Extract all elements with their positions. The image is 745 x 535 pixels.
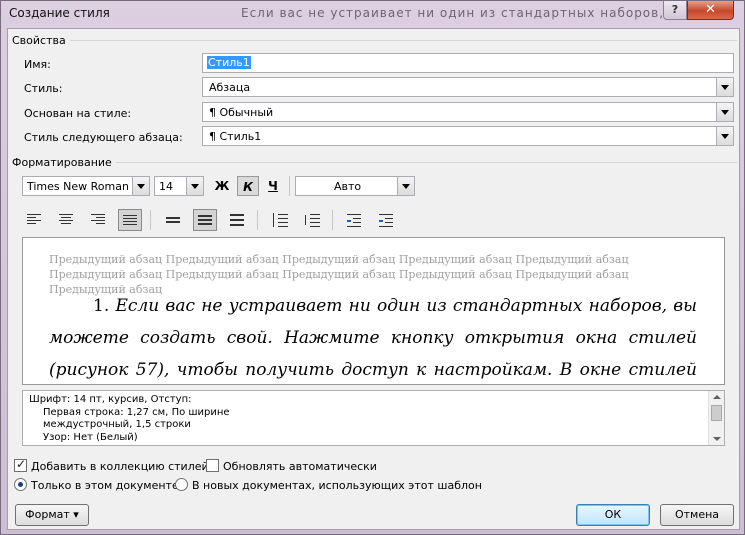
chevron-down-icon[interactable] (716, 103, 733, 121)
chevron-down-icon[interactable] (716, 127, 733, 145)
new-documents-label: В новых документах, использующих этот ша… (192, 479, 482, 492)
cancel-button[interactable]: Отмена (660, 504, 734, 526)
style-description: Шрифт: 14 пт, курсив, Отступ: Первая стр… (22, 390, 725, 446)
align-left-icon[interactable] (22, 209, 46, 231)
dialog-title: Создание стиля (9, 6, 110, 20)
decrease-spacing-before-icon[interactable] (300, 209, 324, 231)
preview-sample-body: Если вас не устраивает ни один из станда… (49, 296, 698, 380)
add-to-gallery-label: Добавить в коллекцию стилей (31, 460, 209, 473)
font-size-select[interactable]: 14 (154, 176, 204, 196)
name-field[interactable]: Стиль1 (202, 53, 734, 73)
description-line: междустрочный, 1,5 строки (43, 419, 191, 430)
chevron-down-icon[interactable] (186, 177, 203, 195)
description-scrollbar[interactable] (708, 391, 724, 445)
format-menu-button[interactable]: Формат ▾ (15, 504, 89, 526)
font-size-value: 14 (159, 180, 173, 193)
style-type-value: Абзаца (209, 81, 251, 94)
radio-selected-icon[interactable] (14, 478, 27, 491)
chevron-down-icon[interactable] (397, 177, 414, 195)
add-to-gallery-checkbox[interactable]: Добавить в коллекцию стилей (14, 457, 209, 473)
scroll-up-icon[interactable] (713, 395, 721, 399)
help-button[interactable]: ? (663, 1, 687, 20)
auto-update-checkbox[interactable]: Обновлять автоматически (206, 459, 377, 473)
bold-button[interactable]: Ж (211, 176, 233, 196)
description-line: Узор: Нет (Белый) (43, 431, 138, 443)
based-on-select[interactable]: ¶ Обычный (202, 102, 734, 122)
underline-button[interactable]: Ч (262, 176, 284, 196)
font-name-value: Times New Roman (27, 180, 129, 193)
scroll-thumb[interactable] (711, 405, 722, 421)
scroll-down-icon[interactable] (713, 437, 721, 441)
italic-button[interactable]: К (237, 176, 259, 196)
description-line: Шрифт: 14 пт, курсив, Отступ: (29, 394, 192, 405)
increase-spacing-before-icon[interactable] (268, 209, 292, 231)
close-button[interactable]: ✕ (687, 1, 734, 20)
based-on-label: Основан на стиле: (24, 107, 132, 120)
align-justify-icon[interactable] (118, 209, 142, 231)
ok-button[interactable]: ОК (576, 504, 650, 526)
font-color-select[interactable]: Авто (295, 176, 415, 196)
create-style-dialog: Создание стиля Если вас не устраивает ни… (0, 0, 745, 535)
next-paragraph-select[interactable]: ¶ Стиль1 (202, 126, 734, 146)
style-preview: Предыдущий абзац Предыдущий абзац Предыд… (22, 237, 725, 385)
one-and-half-spacing-icon[interactable] (193, 209, 217, 231)
only-this-document-label: Только в этом документе (31, 479, 179, 492)
style-type-label: Стиль: (24, 82, 63, 95)
new-documents-radio[interactable]: В новых документах, использующих этот ша… (175, 478, 482, 492)
chevron-down-icon[interactable] (132, 177, 149, 195)
toolbar-separator (289, 176, 290, 196)
align-center-icon[interactable] (54, 209, 78, 231)
only-this-document-radio[interactable]: Только в этом документе (14, 478, 179, 492)
formatting-divider (12, 162, 737, 163)
based-on-value: ¶ Обычный (209, 106, 274, 119)
next-paragraph-label: Стиль следующего абзаца: (24, 131, 183, 144)
chevron-down-icon[interactable] (716, 78, 733, 96)
toolbar-separator (257, 210, 258, 230)
preview-sample-text: 1. Если вас не устраивает ни один из ста… (49, 290, 698, 384)
toolbar-separator (332, 210, 333, 230)
radio-unselected-icon[interactable] (175, 478, 188, 491)
checkbox-unchecked-icon[interactable] (206, 459, 219, 472)
formatting-group-label: Форматирование (12, 156, 116, 169)
checkbox-checked-icon[interactable] (14, 457, 27, 472)
style-type-select[interactable]: Абзаца (202, 77, 734, 97)
align-right-icon[interactable] (86, 209, 110, 231)
toolbar-separator (150, 210, 151, 230)
name-label: Имя: (24, 58, 51, 71)
single-spacing-icon[interactable] (161, 209, 185, 231)
title-bar[interactable]: Создание стиля Если вас не устраивает ни… (1, 1, 744, 27)
double-spacing-icon[interactable] (225, 209, 249, 231)
next-paragraph-value: ¶ Стиль1 (209, 130, 262, 143)
name-value: Стиль1 (207, 56, 251, 69)
increase-indent-icon[interactable] (375, 209, 399, 231)
properties-group-label: Свойства (12, 34, 70, 47)
dialog-body: Свойства Имя: Стиль1 Стиль: Абзаца Основ… (7, 28, 740, 530)
background-document-text: Если вас не устраивает ни один из станда… (241, 6, 688, 20)
font-name-select[interactable]: Times New Roman (22, 176, 150, 196)
auto-update-label: Обновлять автоматически (223, 460, 377, 473)
preview-list-number: 1. (93, 296, 110, 316)
font-color-value: Авто (334, 180, 362, 193)
description-line: Первая строка: 1,27 см, По ширине (43, 406, 230, 418)
decrease-indent-icon[interactable] (343, 209, 367, 231)
properties-divider (12, 40, 737, 41)
